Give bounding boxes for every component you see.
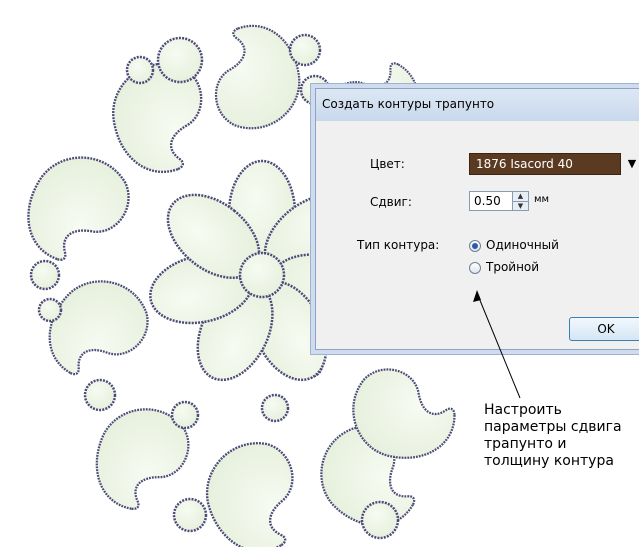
dot-motif	[125, 55, 155, 85]
annotation-text: Настроить параметры сдвига трапунто и то…	[484, 402, 622, 469]
radio-single[interactable]	[469, 240, 481, 252]
paisley-motif	[352, 368, 456, 459]
dialog-title: Создать контуры трапунто	[322, 97, 495, 111]
dot-motif	[360, 500, 400, 540]
dot-motif	[156, 36, 204, 84]
dot-motif	[170, 400, 200, 430]
paisley-motif	[205, 442, 294, 547]
dot-motif	[37, 297, 63, 323]
dot-motif	[288, 33, 322, 67]
dropdown-arrow-icon[interactable]: ▼	[622, 153, 639, 175]
dialog-body: Цвет: 1876 Isacord 40 ▼ Сдвиг: 0.50 ▲ ▼ …	[316, 121, 639, 349]
radio-triple-label[interactable]: Тройной	[486, 260, 539, 274]
dot-motif	[172, 497, 208, 533]
color-value: 1876 Isacord 40	[476, 157, 573, 171]
paisley-motif	[27, 156, 130, 261]
spin-down-icon[interactable]: ▼	[513, 202, 528, 211]
flower-center	[238, 251, 286, 299]
title-bar: Создать контуры трапунто	[316, 89, 639, 122]
radio-triple[interactable]	[469, 262, 481, 274]
radio-single-label[interactable]: Одиночный	[486, 238, 559, 252]
offset-unit: мм	[534, 194, 550, 205]
ok-button[interactable]: OK	[569, 317, 639, 341]
offset-spinner[interactable]: ▲ ▼	[513, 191, 529, 211]
trapunto-outline-dialog: Создать контуры трапунто Цвет: 1876 Isac…	[315, 88, 639, 350]
offset-label: Сдвиг:	[370, 195, 412, 209]
dot-motif	[29, 259, 61, 291]
spin-up-icon[interactable]: ▲	[513, 192, 528, 202]
offset-input[interactable]: 0.50	[469, 191, 513, 211]
dot-motif	[260, 393, 290, 423]
dot-motif	[83, 378, 117, 412]
offset-value: 0.50	[474, 194, 501, 208]
outline-type-label: Тип контура:	[357, 238, 440, 252]
color-dropdown[interactable]: 1876 Isacord 40	[469, 153, 621, 175]
paisley-motif	[215, 24, 301, 130]
color-label: Цвет:	[370, 157, 405, 171]
